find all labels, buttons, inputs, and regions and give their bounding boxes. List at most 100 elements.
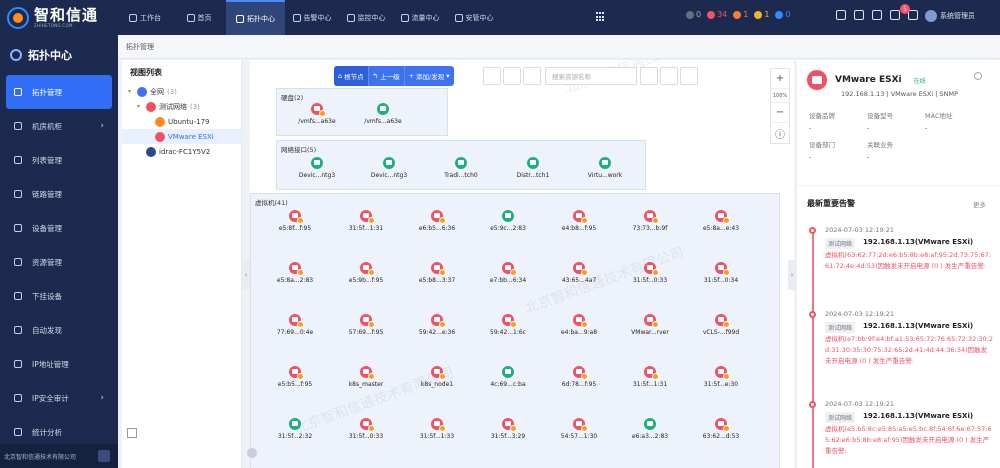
screen-icon[interactable] (854, 10, 864, 20)
device-node[interactable]: /vmfs...a63e (353, 103, 413, 125)
export-icon[interactable] (523, 67, 541, 85)
device-node[interactable]: e4:b8...f:95 (549, 210, 609, 232)
device-node[interactable]: k8s_node1 (407, 366, 467, 388)
nav-traffic[interactable]: 流量中心 (393, 0, 447, 35)
device-node[interactable]: 31:5f...1:31 (336, 210, 396, 232)
sidebar-item[interactable]: 资源管理 (0, 245, 118, 279)
skin-icon[interactable] (836, 10, 846, 20)
device-node[interactable]: 31:5f...2:32 (265, 418, 325, 440)
nav-topology[interactable]: 拓扑中心 (226, 0, 285, 35)
device-node[interactable]: e5:9c...2:83 (478, 210, 538, 232)
status-count[interactable]: 0 (686, 10, 701, 19)
power-icon[interactable] (908, 10, 918, 20)
sidebar-item[interactable]: 列表管理 (0, 143, 118, 177)
device-node[interactable]: 6d:78...f:95 (549, 366, 609, 388)
device-node[interactable]: e5:8a...2:83 (265, 262, 325, 284)
root-node-button[interactable]: ⌂ 根节点 (334, 66, 369, 86)
nav-security[interactable]: 安管中心 (447, 0, 501, 35)
device-node[interactable]: Devic...ntg3 (287, 157, 347, 179)
device-node[interactable]: 31:5f...0:33 (620, 262, 680, 284)
zoom-out-button[interactable]: − (771, 103, 789, 123)
group-vms[interactable]: 虚拟机(41) e5:8f...f:95 31:5f...1:31 e6:b5...… (250, 193, 780, 468)
device-node[interactable]: e5:b5...f:95 (265, 366, 325, 388)
nav-workbench[interactable]: 工作台 (118, 0, 172, 35)
info-button[interactable]: ⓘ (771, 123, 789, 143)
refresh-icon[interactable] (483, 67, 501, 85)
device-node[interactable]: 59:42...1:6c (478, 314, 538, 336)
user-menu[interactable]: 系统管理员 (925, 10, 975, 22)
device-node[interactable]: Distr...tch1 (503, 157, 563, 179)
topology-canvas[interactable]: 硬盘(2) /vmfs...a63e/vmfs...a63e 网络接口(5) D… (250, 60, 794, 468)
sidebar-item[interactable]: 链路管理 (0, 177, 118, 211)
device-node[interactable]: 57:69...f:95 (336, 314, 396, 336)
grid-view-icon[interactable] (660, 67, 678, 85)
expand-icon[interactable] (127, 428, 137, 438)
tree-node[interactable]: ▾ 测试网络 (3) (122, 99, 241, 114)
device-node[interactable]: e5:8f...f:95 (265, 210, 325, 232)
tree-node[interactable]: Ubuntu-179 (122, 114, 241, 129)
status-count[interactable]: 0 (775, 10, 791, 19)
sidebar-item[interactable]: IP安全审计 › (0, 381, 118, 415)
tree-node[interactable]: VMware ESXi (122, 129, 241, 144)
help-icon[interactable] (247, 448, 257, 458)
menu-toggle-icon[interactable] (98, 450, 110, 462)
nav-home[interactable]: 首页 (172, 0, 226, 35)
device-node[interactable]: 31:5f...3:29 (478, 418, 538, 440)
device-node[interactable]: e6:b5...6:36 (407, 210, 467, 232)
tree-node[interactable]: ▾ 全网 (3) (122, 84, 241, 99)
sidebar-item[interactable]: 机房机柜 › (0, 109, 118, 143)
app-grid-icon[interactable] (596, 12, 606, 22)
refresh-icon[interactable] (974, 72, 982, 80)
caret-icon[interactable]: ▾ (137, 103, 143, 110)
device-node[interactable]: e5:8a...e:43 (691, 210, 751, 232)
status-count[interactable]: 34 (707, 10, 727, 19)
device-node[interactable]: vCLS-...f99d (691, 314, 751, 336)
device-node[interactable]: 31:5f...e:30 (691, 366, 751, 388)
device-node[interactable]: k8s_master (336, 366, 396, 388)
device-node[interactable]: 31:5f...1:31 (620, 366, 680, 388)
device-node[interactable]: 31:5f...1:33 (407, 418, 467, 440)
device-node[interactable]: 31:5f...0:34 (691, 262, 751, 284)
zoom-in-button[interactable]: + (771, 69, 789, 89)
sidebar-item[interactable]: 设备管理 (0, 211, 118, 245)
sidebar-item[interactable]: 拓扑管理 (6, 75, 112, 109)
device-node[interactable]: Devic...ntg3 (359, 157, 419, 179)
resource-search-input[interactable]: 搜索资源名称 (545, 67, 637, 85)
add-discover-button[interactable]: + 添加/发现 ▾ (405, 66, 454, 86)
sidebar-item[interactable]: 自动发现 (0, 313, 118, 347)
collapse-right-handle[interactable]: › (788, 260, 796, 290)
device-node[interactable]: 43:65...4a7 (549, 262, 609, 284)
device-node[interactable]: 4c:69...c:ba (478, 366, 538, 388)
device-node[interactable]: 77:69...0:4e (265, 314, 325, 336)
sidebar-item[interactable]: 下挂设备 (0, 279, 118, 313)
status-count[interactable]: 1 (754, 10, 769, 19)
layout-icon[interactable] (640, 67, 658, 85)
status-count[interactable]: 1 (733, 10, 748, 19)
device-node[interactable]: e6:a3...2:83 (620, 418, 680, 440)
device-node[interactable]: 54:57...1:30 (549, 418, 609, 440)
logo[interactable]: 智和信通 ZHIHETONG.COM (0, 0, 118, 35)
bell-icon[interactable] (890, 10, 900, 20)
group-storage[interactable]: 硬盘(2) /vmfs...a63e/vmfs...a63e (276, 88, 448, 136)
device-node[interactable]: 31:5f...0:33 (336, 418, 396, 440)
device-node[interactable]: e5:9b...f:95 (336, 262, 396, 284)
nav-monitor[interactable]: 监控中心 (339, 0, 393, 35)
up-level-button[interactable]: ↰ 上一级 (369, 66, 405, 86)
nav-alarm[interactable]: 告警中心 (285, 0, 339, 35)
collapse-left-handle[interactable]: ‹ (242, 260, 250, 290)
tree-node[interactable]: idrac-FC1Y5V2 (122, 144, 241, 159)
device-node[interactable]: 59:42...e:36 (407, 314, 467, 336)
device-node[interactable]: VMwar...rver (620, 314, 680, 336)
sidebar-item[interactable]: IP地址管理 (0, 347, 118, 381)
group-ports[interactable]: 网络接口(5) Devic...ntg3 Devic...ntg3 Tradi...… (276, 140, 646, 190)
device-node[interactable]: Virtu...work (575, 157, 635, 179)
save-icon[interactable] (503, 67, 521, 85)
device-node[interactable]: e4:ba...9:a8 (549, 314, 609, 336)
device-node[interactable]: Tradi...tch0 (431, 157, 491, 179)
fullscreen-icon[interactable] (872, 10, 882, 20)
device-node[interactable]: e5:b8...3:37 (407, 262, 467, 284)
device-node[interactable]: e7:bb...6:34 (478, 262, 538, 284)
caret-icon[interactable]: ▾ (128, 88, 134, 95)
more-icon[interactable] (680, 67, 698, 85)
device-node[interactable]: /vmfs...a63e (287, 103, 347, 125)
